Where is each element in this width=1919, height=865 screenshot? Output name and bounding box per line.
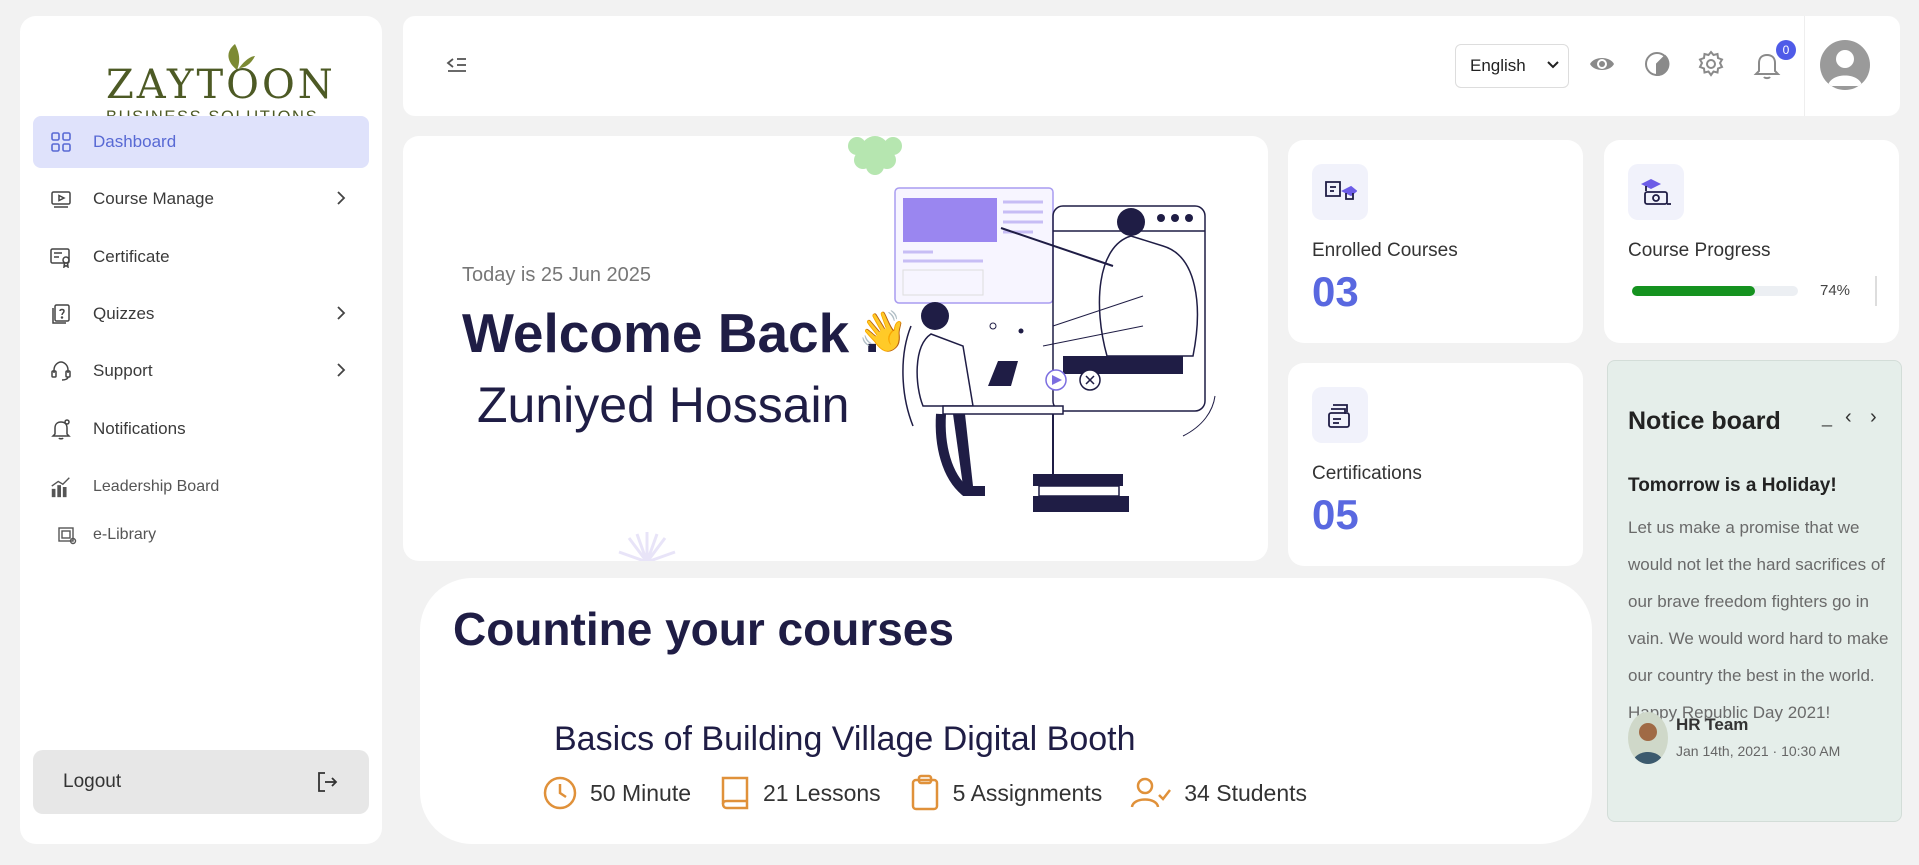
sidebar-item-label: Support [93,361,153,380]
sidebar-item-notifications[interactable]: Notifications [33,403,369,455]
student-icon [1131,777,1172,808]
notice-minimize-button[interactable]: _ [1822,407,1832,428]
course-progress-percent: 74% [1820,282,1851,299]
sidebar-item-quizzes[interactable]: Quizzes [33,288,369,340]
course-progress-icon [1628,164,1684,220]
logout-label: Logout [63,771,122,792]
continue-courses-title: Countine your courses [453,603,954,655]
certifications-value: 05 [1312,491,1359,538]
certificate-icon [49,245,73,269]
today-date: Today is 25 Jun 2025 [462,264,652,286]
avatar[interactable] [1820,40,1870,90]
settings-icon[interactable] [1697,50,1725,78]
notice-board-title: Notice board [1628,407,1781,435]
course-progress-bar [1632,286,1798,296]
sidebar-item-leadership-board[interactable]: Leadership Board [33,461,369,513]
teacher-illustration [894,187,1216,512]
language-select[interactable]: English [1455,44,1569,88]
chevron-down-icon [1547,61,1559,69]
certifications-icon [1312,387,1368,443]
sidebar-item-label: Leadership Board [93,478,220,495]
continue-courses-card: Countine your courses Basics of Building… [420,578,1592,844]
notice-body: Let us make a promise that we would not … [1628,518,1889,722]
course-progress-card[interactable]: Course Progress 74% [1604,140,1899,343]
eye-icon[interactable] [1588,50,1616,78]
sidebar-item-certificate[interactable]: Certificate [33,231,369,283]
sidebar-item-label: e-Library [93,526,157,543]
course-lessons: 21 Lessons [719,774,881,812]
top-header: English 0 [403,16,1900,116]
clipboard-icon [911,774,938,811]
course-assignments: 5 Assignments [909,774,1103,812]
logout-button[interactable]: Logout [33,750,369,814]
author-avatar [1628,712,1668,764]
sidebar-item-label: Dashboard [93,132,177,151]
enrolled-courses-card[interactable]: Enrolled Courses 03 [1288,140,1583,343]
progress-divider [1875,276,1877,306]
enrolled-courses-label: Enrolled Courses [1312,240,1458,261]
course-progress-fill [1632,286,1755,296]
user-icon [1828,50,1862,86]
grid-icon [49,130,73,154]
theme-icon[interactable] [1643,50,1671,78]
clock-icon [543,776,577,810]
brand-name: ZAYTOON [106,62,336,108]
notice-headline: Tomorrow is a Holiday! [1628,475,1837,496]
language-value: English [1470,56,1526,75]
headset-icon [49,359,73,383]
user-name: Zuniyed Hossain [477,377,850,433]
chevron-right-icon [337,191,346,205]
sidebar: ZAYTOON BUSINESS SOLUTIONS Dashboard Cou… [20,16,382,844]
video-icon [49,187,73,211]
flower-decoration [848,136,902,175]
sidebar-item-label: Notifications [93,419,186,438]
notification-badge: 0 [1776,40,1796,60]
sidebar-item-dashboard[interactable]: Dashboard [33,116,369,168]
sidebar-item-support[interactable]: Support [33,345,369,397]
sun-decoration [618,532,676,561]
chart-icon [49,475,73,499]
sidebar-item-label: Certificate [93,247,170,266]
course-duration: 50 Minute [542,775,691,811]
notice-author: HR Team [1676,715,1749,734]
notice-date: Jan 14th, 2021 · 10:30 AM [1676,743,1841,759]
sidebar-item-e-library[interactable]: e-Library [33,509,369,561]
chevron-right-icon [337,306,346,320]
header-divider [1804,16,1805,116]
certifications-card[interactable]: Certifications 05 [1288,363,1583,566]
book-icon [721,776,749,810]
logout-icon [318,772,338,792]
quiz-icon [49,302,73,326]
sidebar-item-label: Course Manage [93,189,214,208]
welcome-heading: Welcome Back . [462,302,880,364]
person-icon [1632,723,1664,764]
course-assignments-text: 5 Assignments [952,779,1103,806]
notice-board: Notice board _ ‹ › Tomorrow is a Holiday… [1607,360,1902,822]
chevron-right-icon [337,363,346,377]
enrolled-courses-icon [1312,164,1368,220]
notice-prev-button[interactable]: ‹ [1845,406,1852,429]
course-lessons-text: 21 Lessons [763,779,881,806]
course-meta: 50 Minute 21 Lessons 5 Assignments 34 St… [542,774,1335,812]
certifications-label: Certifications [1312,463,1422,484]
course-title[interactable]: Basics of Building Village Digital Booth [554,720,1136,759]
library-icon [55,523,79,547]
course-progress-label: Course Progress [1628,240,1771,261]
menu-toggle-icon[interactable] [445,54,469,76]
sidebar-item-label: Quizzes [93,304,155,323]
course-students: 34 Students [1130,775,1307,811]
course-students-text: 34 Students [1184,779,1308,806]
notice-next-button[interactable]: › [1870,406,1877,429]
welcome-card: Today is 25 Jun 2025 Welcome Back . Zuni… [403,136,1268,561]
sidebar-item-course-manage[interactable]: Course Manage [33,173,369,225]
brand-logo[interactable]: ZAYTOON BUSINESS SOLUTIONS [86,34,333,126]
bell-icon [49,417,73,441]
enrolled-courses-value: 03 [1312,268,1359,315]
course-duration-text: 50 Minute [590,779,692,806]
